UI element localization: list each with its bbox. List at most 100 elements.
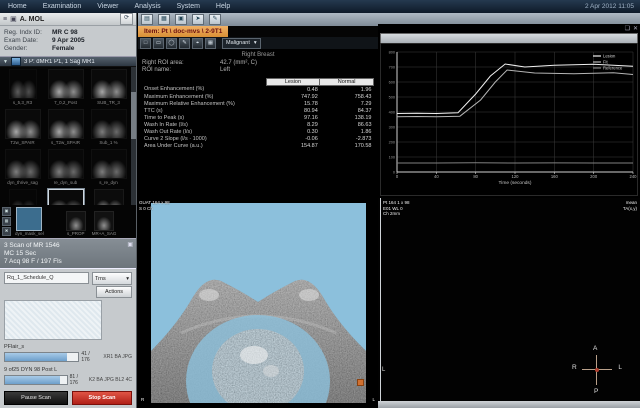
mini-thumbnail[interactable]: s_PROP (66, 211, 86, 236)
close-icon[interactable]: ✕ (633, 25, 638, 32)
stats-value-2: 758.43 (320, 93, 374, 100)
mini-tool-icon-0[interactable]: ▣ (2, 207, 11, 216)
selected-mask-thumbnail[interactable] (16, 207, 42, 231)
actions-button[interactable]: Actions (96, 286, 132, 298)
viewer-bottom-strip (378, 401, 640, 408)
toolbar-icon-4[interactable]: ✎ (209, 14, 221, 25)
svg-text:700: 700 (389, 66, 395, 70)
menu-item-home[interactable]: Home (6, 3, 29, 10)
orientation-letter-left: L (372, 397, 375, 403)
time-intensity-chart-panel: ❏ ✕ 010020030040050060070080004080120160… (378, 24, 640, 198)
thumbnail-image (48, 69, 84, 99)
pause-scan-button[interactable]: Pause Scan (4, 391, 68, 405)
kinetics-table: LesionNormal Onset Enhancement (%)0.481.… (142, 78, 374, 149)
menu-item-help[interactable]: Help (214, 3, 232, 10)
time-intensity-chart: 0100200300400500600700800040801201602002… (380, 43, 638, 196)
mini-thumbnail[interactable]: MR+A_SAG (92, 211, 117, 236)
stats-value-2: 86.63 (320, 121, 374, 128)
menu-item-analysis[interactable]: Analysis (133, 3, 163, 10)
axial-mri-image[interactable] (151, 203, 366, 403)
image-viewer-axial[interactable]: GUAT 164 x 98 S 0 Ch (138, 198, 378, 408)
series-icon (11, 57, 21, 66)
svg-text:100: 100 (389, 156, 395, 160)
series-thumbnail[interactable]: dyn_thrive_sag (2, 149, 43, 189)
thumbnail-caption: re_dyn_sub (54, 180, 78, 185)
series-selector[interactable]: ▼ 3 P: dMR1 P1, 1 Sag MR1 (0, 56, 136, 67)
restore-window-icon[interactable]: ❏ (625, 25, 630, 32)
patient-name: A. MOL (20, 16, 117, 23)
queue-listbox[interactable] (4, 300, 102, 340)
mini-tool-icon-1[interactable]: ▦ (2, 217, 11, 226)
mini-tool-icon-2[interactable]: ✖ (2, 227, 11, 236)
patient-info-label: Reg. Indx ID: (4, 29, 52, 36)
roi-tool-icon-0[interactable]: □ (140, 38, 151, 49)
address-path[interactable]: Item: Pt \ doc-mvs \ 2-9T1 (138, 26, 228, 37)
table-row: Onset Enhancement (%)0.481.96 (142, 86, 374, 94)
stats-row-label: Maximum Enhancement (%) (142, 93, 266, 100)
roi-tool-icon-3[interactable]: ✎ (179, 38, 190, 49)
series-thumbnail[interactable]: SUB_TR_3 (88, 69, 129, 109)
clock-display: 2 Apr 2012 11:05 (585, 3, 634, 10)
compass-center-dot (595, 368, 599, 372)
menu-item-system[interactable]: System (175, 3, 202, 10)
roi-tool-icon-2[interactable]: ◯ (166, 38, 177, 49)
roi-tool-icon-1[interactable]: ▭ (153, 38, 164, 49)
stats-row-label: Time to Peak (s) (142, 114, 266, 121)
toolbar-icon-0[interactable]: ▤ (141, 14, 153, 25)
thumbnail-caption: s_T2w_SPAIR (51, 140, 80, 145)
viewer-overlay-topleft: GUAT 164 x 98 S 0 Ch (139, 200, 170, 211)
thumbnail-scrollbar[interactable] (131, 67, 136, 205)
stats-column-header[interactable]: Lesion (266, 79, 320, 86)
series-thumbnail[interactable]: Sub_1 % (88, 109, 129, 149)
scrollbar-thumb[interactable] (131, 92, 136, 139)
patient-info-label: Exam Date: (4, 37, 52, 44)
series-thumbnail[interactable]: s_5,3_R3 (2, 69, 43, 109)
roi-tool-icon-4[interactable]: ⌖ (192, 38, 203, 49)
stats-value-1: 8.29 (266, 121, 320, 128)
series-thumbnail[interactable]: s_re_dyn (88, 149, 129, 189)
menu-item-viewer[interactable]: Viewer (95, 3, 120, 10)
table-row: Area Under Curve (a.u.)154.87170.58 (142, 142, 374, 149)
classification-dropdown[interactable]: Malignant▾ (222, 38, 261, 49)
thumbnail-caption: 7_0,2_Post (54, 100, 77, 105)
series-thumbnail[interactable]: T2w_SPAIR (2, 109, 43, 149)
kinetics-stats-panel: Right Breast Right ROI area:42.7 (mm², C… (138, 49, 378, 198)
stats-value-2: 84.37 (320, 107, 374, 114)
seed-point-marker[interactable] (357, 379, 364, 386)
progress-fill (5, 353, 67, 361)
svg-text:120: 120 (512, 174, 520, 179)
legend-entry: Lesion (603, 54, 616, 59)
patient-info-value: MR C 98 (52, 29, 78, 36)
image-viewer-sagittal[interactable]: Pt 164 1 x 98 E01 WL 0 Ch 2mm mean TA(x,… (378, 198, 640, 401)
compass-anterior-label: A (593, 345, 597, 352)
thumbnail-image (48, 109, 84, 139)
stats-info: Right ROI area:42.7 (mm², C)ROI name:Lef… (142, 60, 374, 73)
stats-value-2: 7.29 (320, 100, 374, 107)
queue-input[interactable] (4, 272, 89, 284)
refresh-button[interactable]: ⟳ (120, 13, 133, 25)
roi-tool-icon-5[interactable]: ▦ (205, 38, 216, 49)
menu-bar: HomeExaminationViewerAnalysisSystemHelp … (0, 0, 640, 13)
stats-value-2: -2.873 (320, 135, 374, 142)
patient-header: ≡ ▣ A. MOL ⟳ (0, 13, 136, 26)
patient-info-value: 9 Apr 2005 (52, 37, 85, 44)
series-thumbnail[interactable]: 7_0,2_Post (45, 69, 86, 109)
stop-scan-button[interactable]: Stop Scan (72, 391, 132, 405)
stats-column-header[interactable]: Normal (320, 79, 374, 86)
transfer-dropdown[interactable]: Trns ▾ (92, 272, 132, 285)
toolbar-icon-1[interactable]: ▦ (158, 14, 170, 25)
thumbnail-caption: SUB_TR_3 (97, 100, 120, 105)
toolbar-icon-3[interactable]: ➤ (192, 14, 204, 25)
patient-info-row: Exam Date:9 Apr 2005 (4, 37, 132, 44)
localizer-line (380, 198, 381, 401)
scan-info-icon: ▣ (127, 241, 133, 248)
stats-row-label: Wash Out Rate (l/s) (142, 128, 266, 135)
scan-info-panel: 3 Scan of MR 1546 MC 15 Sec 7 Acq 98 F /… (0, 238, 136, 268)
series-thumbnail[interactable]: re_dyn_sub (45, 149, 86, 189)
series-thumbnail[interactable]: s_T2w_SPAIR (45, 109, 86, 149)
menu-icon[interactable]: ≡ (3, 16, 7, 23)
toolbar-icon-2[interactable]: ▣ (175, 14, 187, 25)
series-label: 3 P: dMR1 P1, 1 Sag MR1 (24, 59, 133, 65)
stats-value-1: -0.06 (266, 135, 320, 142)
menu-item-examination[interactable]: Examination (41, 3, 84, 10)
